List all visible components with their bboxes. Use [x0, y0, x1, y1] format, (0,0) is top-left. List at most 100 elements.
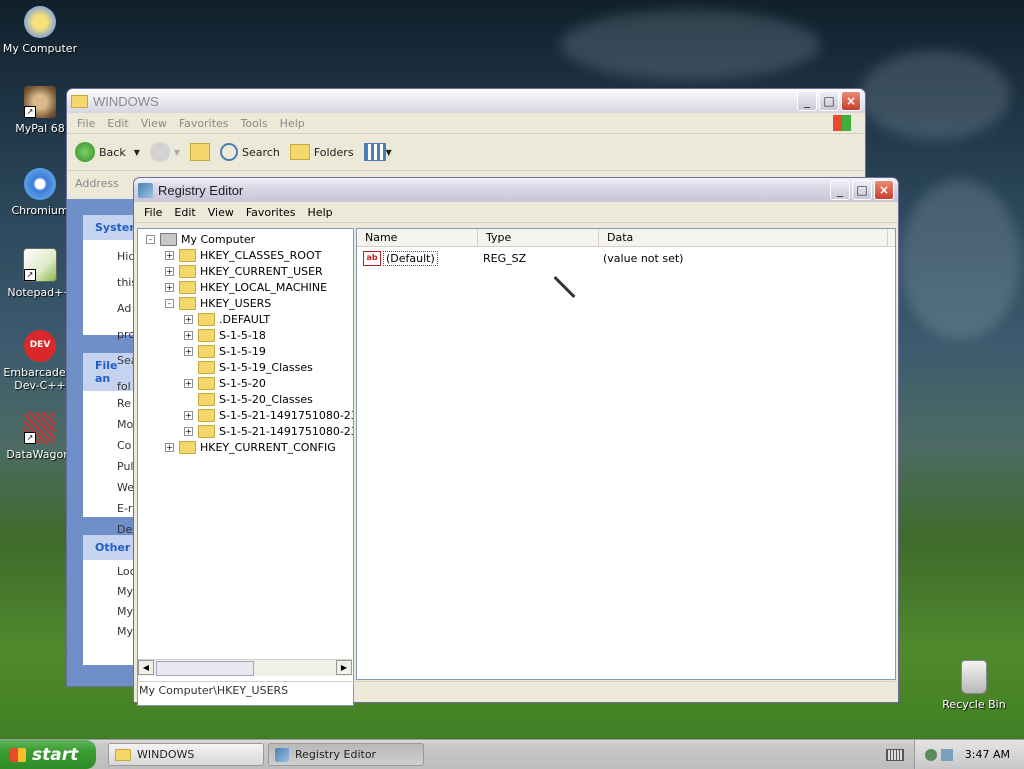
tree-item[interactable]: + HKEY_CURRENT_CONFIG — [165, 439, 336, 455]
tree-item[interactable]: + S-1-5-20 — [184, 375, 266, 391]
clock[interactable]: 3:47 AM — [965, 748, 1010, 761]
tree-item[interactable]: + HKEY_LOCAL_MACHINE — [165, 279, 327, 295]
menu-edit[interactable]: Edit — [168, 206, 201, 219]
folders-button[interactable]: Folders — [289, 144, 354, 160]
tree-item[interactable]: + S-1-5-21-1491751080-2360 — [184, 407, 353, 423]
chevron-down-icon: ▼ — [173, 147, 181, 157]
maximize-button[interactable]: □ — [852, 180, 872, 200]
regedit-titlebar[interactable]: Registry Editor _ □ × — [134, 178, 898, 202]
registry-tree[interactable]: - My Computer + HKEY_CLASSES_ROOT + HKEY_CURR… — [137, 228, 354, 706]
folder-icon — [71, 94, 88, 108]
tree-item[interactable]: - My Computer — [146, 231, 255, 247]
close-button[interactable]: × — [841, 91, 861, 111]
minimize-button[interactable]: _ — [830, 180, 850, 200]
menu-edit[interactable]: Edit — [101, 117, 134, 130]
minimize-button[interactable]: _ — [797, 91, 817, 111]
tree-horizontal-scrollbar[interactable]: ◀ ▶ — [138, 659, 352, 676]
search-button[interactable]: Search — [220, 143, 280, 161]
network-icon[interactable] — [924, 748, 937, 761]
menu-file[interactable]: File — [71, 117, 101, 130]
folder-icon — [198, 344, 215, 358]
explorer-toolbar: Back ▼ ▼ Search Folders ▼ — [67, 134, 865, 171]
regedit-window[interactable]: Registry Editor _ □ × File Edit View Fav… — [133, 177, 899, 706]
up-button[interactable] — [190, 143, 211, 161]
taskbar-item-windows[interactable]: WINDOWS — [108, 743, 264, 766]
forward-button[interactable]: ▼ — [149, 142, 181, 162]
expand-icon[interactable]: + — [184, 410, 193, 420]
tree-item[interactable]: + S-1-5-18 — [184, 327, 266, 343]
list-header: Name Type Data — [357, 229, 895, 247]
menu-view[interactable]: View — [202, 206, 240, 219]
mouse-cursor-icon — [553, 276, 576, 298]
scroll-thumb[interactable] — [156, 661, 254, 676]
explorer-titlebar[interactable]: WINDOWS _ □ × — [67, 89, 865, 113]
tree-item[interactable]: S-1-5-19_Classes — [184, 359, 313, 375]
start-button[interactable]: start — [0, 740, 96, 769]
expand-icon[interactable]: + — [184, 346, 193, 356]
tree-item[interactable]: S-1-5-20_Classes — [184, 391, 313, 407]
column-header-type[interactable]: Type — [478, 229, 599, 246]
tree-item-label: S-1-5-19_Classes — [219, 360, 313, 374]
tree-item[interactable]: + S-1-5-19 — [184, 343, 266, 359]
tree-item-label: My Computer — [181, 232, 256, 246]
desktop-icon-my-computer[interactable]: My Computer — [0, 6, 80, 55]
expand-icon[interactable]: + — [184, 330, 193, 340]
close-button[interactable]: × — [874, 180, 894, 200]
value-data: (value not set) — [603, 251, 684, 265]
tree-item-label: S-1-5-20 — [219, 376, 266, 390]
expand-icon[interactable]: + — [184, 378, 193, 388]
column-header-data[interactable]: Data — [599, 229, 888, 246]
value-type: REG_SZ — [483, 251, 527, 265]
value-name: (Default) — [383, 250, 438, 266]
volume-icon[interactable] — [940, 748, 953, 761]
regedit-menubar: File Edit View Favorites Help — [134, 202, 898, 223]
tree-item[interactable]: + S-1-5-21-1491751080-2360 — [184, 423, 353, 439]
back-button[interactable]: Back ▼ — [75, 142, 140, 162]
chevron-down-icon: ▼ — [385, 147, 392, 157]
expand-icon[interactable]: + — [165, 282, 174, 292]
tree-item-label: S-1-5-18 — [219, 328, 266, 342]
maximize-button[interactable]: □ — [819, 91, 839, 111]
string-value-icon: ab — [363, 250, 381, 266]
menu-tools[interactable]: Tools — [235, 117, 274, 130]
scroll-right-arrow[interactable]: ▶ — [336, 660, 352, 675]
collapse-icon[interactable]: - — [165, 298, 174, 308]
expand-icon[interactable]: + — [184, 426, 193, 436]
folder-icon — [198, 424, 215, 438]
folder-icon — [179, 296, 196, 310]
folder-icon — [179, 248, 196, 262]
views-icon — [363, 143, 386, 161]
registry-values-list[interactable]: Name Type Data ab (Default) REG_SZ (valu… — [356, 228, 896, 680]
table-row[interactable]: ab (Default) REG_SZ (value not set) — [357, 249, 895, 267]
taskbar-item-regedit[interactable]: Registry Editor — [268, 743, 424, 766]
folder-icon — [179, 280, 196, 294]
folder-icon — [198, 376, 215, 390]
expand-icon[interactable]: + — [165, 250, 174, 260]
folder-icon — [198, 408, 215, 422]
devcpp-icon: DEV — [24, 330, 56, 362]
tree-item-label: .DEFAULT — [219, 312, 271, 326]
folders-label: Folders — [313, 145, 354, 159]
tree-item[interactable]: + .DEFAULT — [184, 311, 270, 327]
search-label: Search — [242, 145, 280, 159]
views-button[interactable]: ▼ — [363, 143, 392, 161]
collapse-icon[interactable]: - — [146, 234, 155, 244]
menu-file[interactable]: File — [138, 206, 168, 219]
tree-item[interactable]: - HKEY_USERS — [165, 295, 271, 311]
expand-icon[interactable]: + — [165, 442, 174, 452]
expand-icon[interactable]: + — [184, 314, 193, 324]
tree-item[interactable]: + HKEY_CLASSES_ROOT — [165, 247, 321, 263]
taskbar-item-label: Registry Editor — [295, 748, 377, 761]
desktop-icon-recycle-bin[interactable]: Recycle Bin — [934, 660, 1014, 711]
tree-item[interactable]: + HKEY_CURRENT_USER — [165, 263, 323, 279]
menu-favorites[interactable]: Favorites — [240, 206, 302, 219]
menu-view[interactable]: View — [135, 117, 173, 130]
column-header-name[interactable]: Name — [357, 229, 478, 246]
tree-item-label: HKEY_CURRENT_USER — [200, 264, 323, 278]
menu-help[interactable]: Help — [302, 206, 339, 219]
folder-icon — [198, 312, 215, 326]
menu-favorites[interactable]: Favorites — [173, 117, 235, 130]
scroll-left-arrow[interactable]: ◀ — [138, 660, 154, 675]
menu-help[interactable]: Help — [274, 117, 311, 130]
expand-icon[interactable]: + — [165, 266, 174, 276]
